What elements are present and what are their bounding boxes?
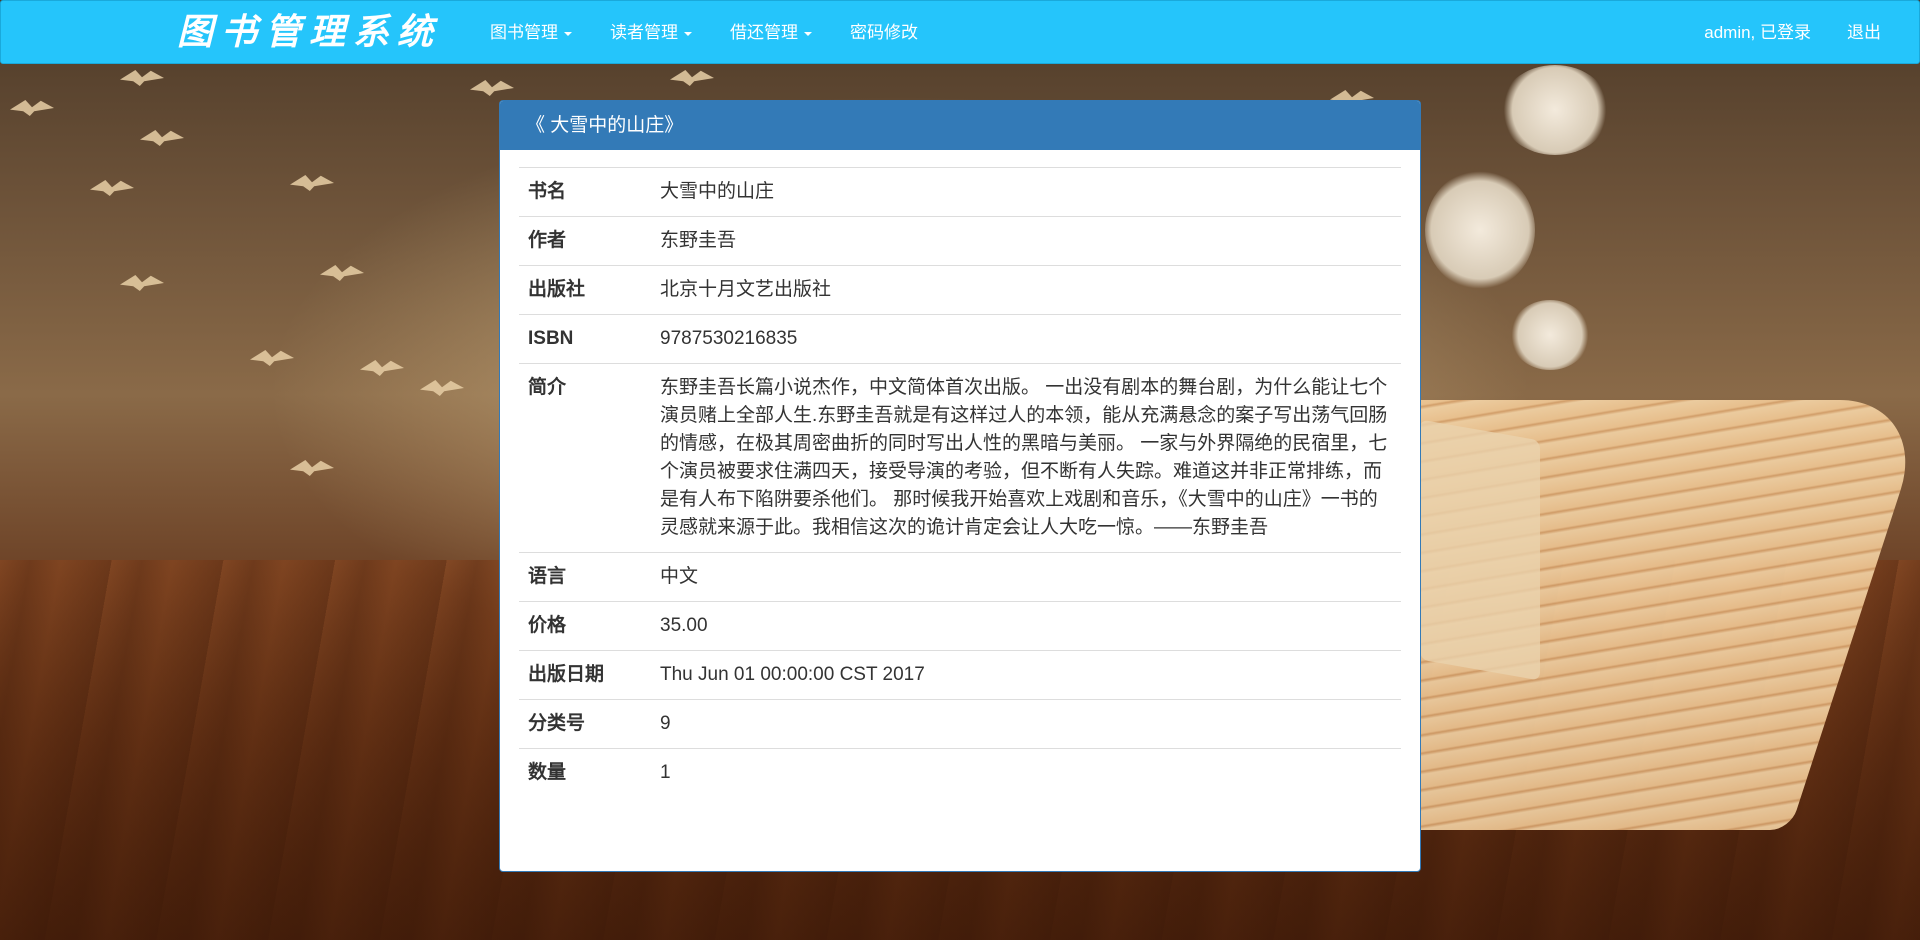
top-navbar: 图书管理系统 图书管理 读者管理 借还管理 密码修改 admin, 已登录 退出	[0, 0, 1920, 64]
menu-reader-management[interactable]: 读者管理	[591, 1, 711, 65]
row-label: 出版日期	[528, 664, 605, 685]
table-row: ISBN 9787530216835	[519, 314, 1401, 364]
row-value: 中文	[660, 566, 699, 587]
row-label: 分类号	[528, 713, 586, 734]
row-value: 东野圭吾长篇小说杰作，中文简体首次出版。 一出没有剧本的舞台剧，为什么能让七个演…	[660, 377, 1388, 538]
row-label: 数量	[528, 762, 567, 783]
row-value: 9	[660, 713, 671, 734]
book-detail-panel: 《 大雪中的山庄》 书名 大雪中的山庄 作者 东野圭吾 出版社 北京十月文艺出版…	[499, 100, 1421, 872]
menu-label: 密码修改	[850, 23, 918, 42]
caret-down-icon	[804, 31, 812, 36]
table-row: 作者 东野圭吾	[519, 216, 1401, 266]
paper-bird-illustration	[470, 80, 514, 96]
caret-down-icon	[684, 31, 692, 36]
row-label: 书名	[528, 181, 567, 202]
paper-bird-illustration	[290, 460, 334, 476]
row-label: 价格	[528, 615, 567, 636]
paper-flower-illustration	[1425, 170, 1535, 290]
row-label: 出版社	[528, 279, 586, 300]
row-value: 北京十月文艺出版社	[660, 279, 832, 300]
menu-borrow-return-management[interactable]: 借还管理	[711, 1, 831, 65]
table-row: 书名 大雪中的山庄	[519, 167, 1401, 217]
logout-link[interactable]: 退出	[1829, 1, 1899, 65]
row-label: 简介	[528, 377, 567, 398]
paper-bird-illustration	[10, 100, 54, 116]
row-value: 1	[660, 762, 671, 783]
paper-flower-illustration	[1510, 300, 1590, 370]
paper-flower-illustration	[1500, 65, 1610, 155]
table-row: 分类号 9	[519, 699, 1401, 749]
panel-title: 《 大雪中的山庄》	[500, 101, 1420, 150]
paper-bird-illustration	[120, 70, 164, 86]
row-value: 东野圭吾	[660, 230, 737, 251]
paper-bird-illustration	[120, 275, 164, 291]
paper-bird-illustration	[290, 175, 334, 191]
book-page-illustration	[1420, 419, 1540, 681]
paper-bird-illustration	[250, 350, 294, 366]
user-menu: admin, 已登录 退出	[1686, 1, 1899, 65]
row-value: 9787530216835	[660, 328, 798, 349]
row-label: 语言	[528, 566, 567, 587]
paper-bird-illustration	[140, 130, 184, 146]
table-row: 简介 东野圭吾长篇小说杰作，中文简体首次出版。 一出没有剧本的舞台剧，为什么能让…	[519, 363, 1401, 553]
paper-bird-illustration	[670, 70, 714, 86]
table-row: 数量 1	[519, 748, 1401, 798]
row-value: 大雪中的山庄	[660, 181, 775, 202]
caret-down-icon	[564, 31, 572, 36]
table-row: 语言 中文	[519, 552, 1401, 602]
paper-bird-illustration	[420, 380, 464, 396]
menu-label: 借还管理	[730, 23, 798, 42]
table-row: 出版社 北京十月文艺出版社	[519, 265, 1401, 315]
app-brand-logo[interactable]: 图书管理系统	[177, 7, 441, 57]
row-value: Thu Jun 01 00:00:00 CST 2017	[660, 664, 925, 685]
menu-label: 图书管理	[490, 23, 558, 42]
menu-book-management[interactable]: 图书管理	[471, 1, 591, 65]
table-row: 出版日期 Thu Jun 01 00:00:00 CST 2017	[519, 650, 1401, 700]
menu-change-password[interactable]: 密码修改	[831, 1, 937, 65]
paper-bird-illustration	[90, 180, 134, 196]
row-label: 作者	[528, 230, 567, 251]
table-row: 价格 35.00	[519, 601, 1401, 651]
user-status-link[interactable]: admin, 已登录	[1686, 1, 1829, 65]
row-value: 35.00	[660, 615, 708, 636]
menu-label: 读者管理	[610, 23, 678, 42]
paper-bird-illustration	[360, 360, 404, 376]
row-label: ISBN	[528, 328, 574, 349]
panel-body: 书名 大雪中的山庄 作者 东野圭吾 出版社 北京十月文艺出版社 ISBN 978…	[500, 150, 1420, 797]
main-menu: 图书管理 读者管理 借还管理 密码修改	[471, 1, 937, 65]
paper-bird-illustration	[320, 265, 364, 281]
book-info-table: 书名 大雪中的山庄 作者 东野圭吾 出版社 北京十月文艺出版社 ISBN 978…	[519, 167, 1401, 797]
